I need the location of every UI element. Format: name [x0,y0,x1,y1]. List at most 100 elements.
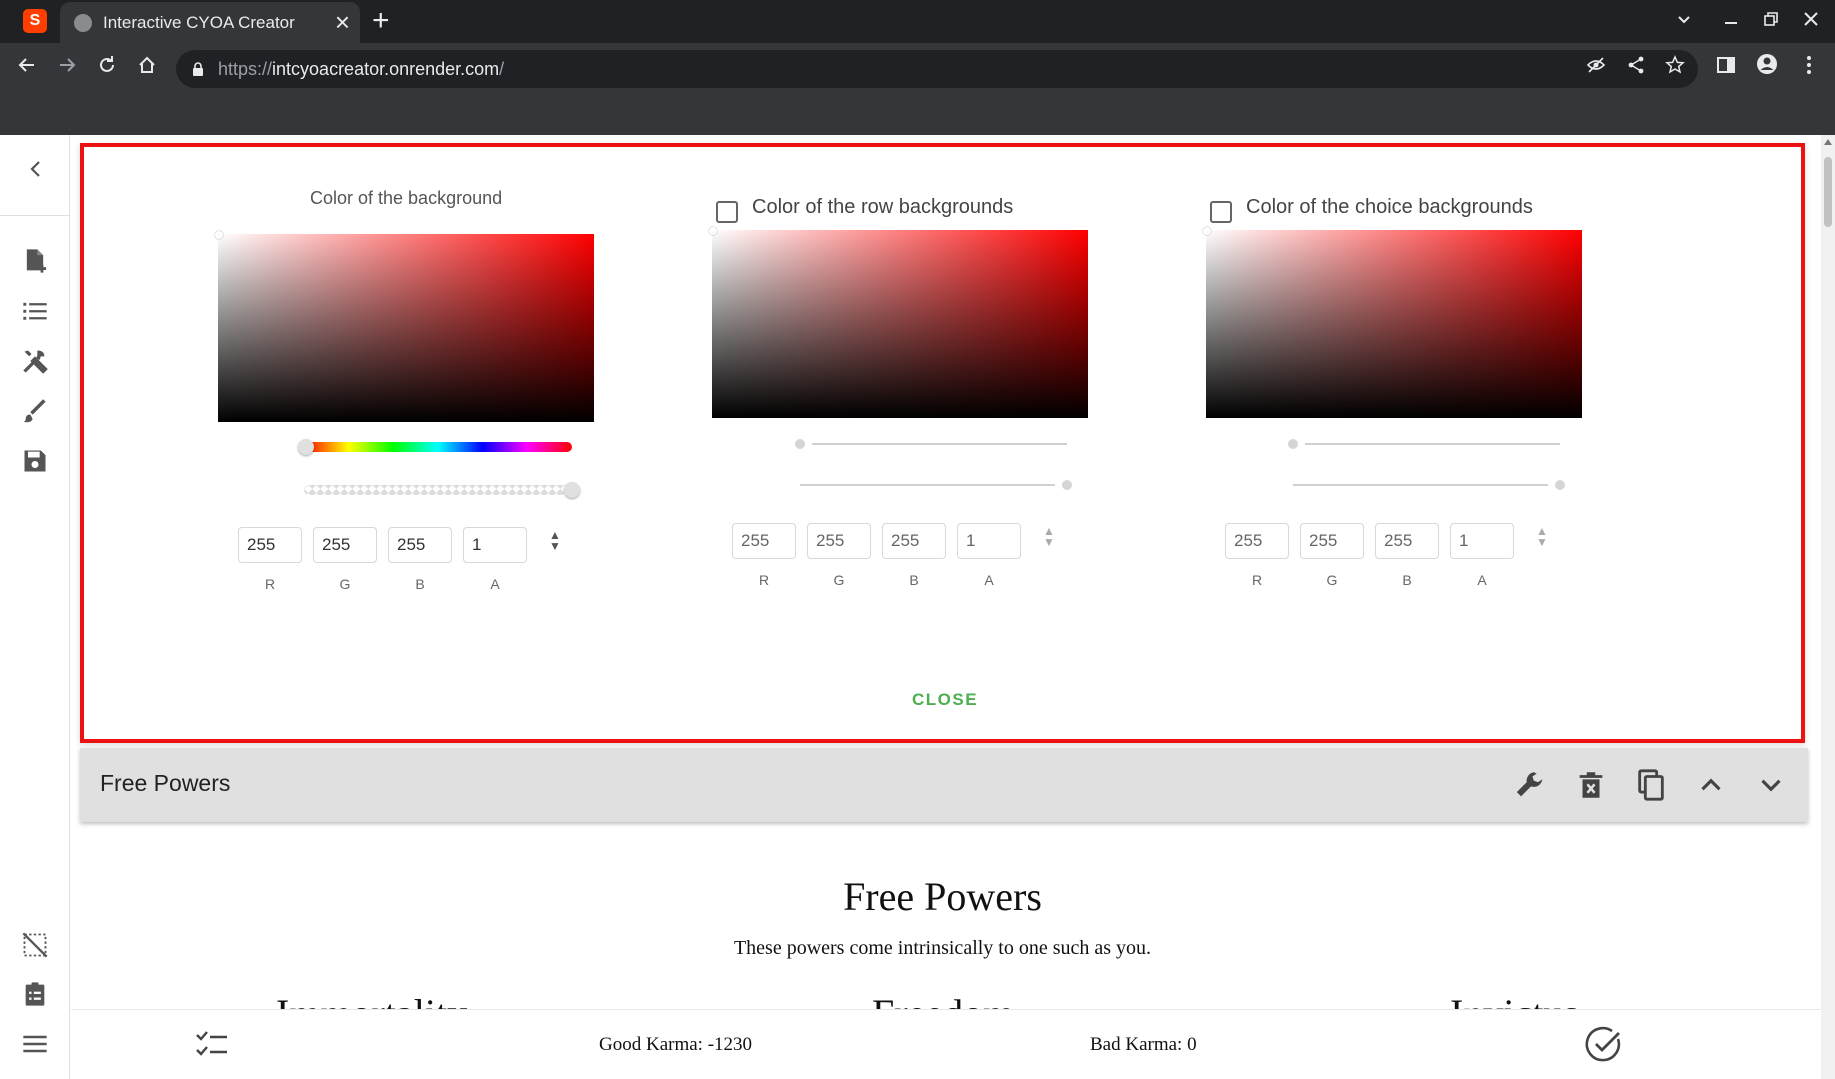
points-bar: Good Karma: -1230 Bad Karma: 0 [71,1009,1821,1079]
new-file-icon[interactable] [21,247,49,275]
wrench-icon[interactable] [1514,768,1548,802]
menu-icon[interactable] [21,1030,49,1058]
restore-button[interactable] [1756,6,1786,36]
sidebar-divider [0,215,70,216]
alpha-label: A [490,576,500,592]
picker-title: Color of the row backgrounds [752,196,1014,218]
saturation-value-area[interactable] [1203,227,1582,418]
hue-slider-knob[interactable] [795,439,805,449]
picker-title: Color of the choice backgrounds [1246,196,1533,218]
blue-input[interactable]: 255 [882,523,946,559]
hue-slider[interactable] [1305,443,1560,445]
mode-toggle-icon[interactable]: ▲ ▼ [1041,525,1057,554]
list-icon[interactable] [21,297,49,325]
new-tab-button[interactable]: + [372,4,390,38]
red-label: R [264,576,276,592]
choice-background-checkbox[interactable] [1210,201,1232,223]
url-host: intcyoacreator.onrender.com [272,59,500,79]
save-icon[interactable] [21,447,49,475]
alpha-slider-knob[interactable] [564,482,580,498]
bookmark-star-icon[interactable] [1661,55,1689,83]
row-header-bar: Free Powers [80,748,1808,822]
forward-button[interactable] [50,51,84,85]
tab-search-icon[interactable] [1669,6,1699,36]
alpha-slider-knob[interactable] [1555,480,1565,490]
share-icon[interactable] [1622,55,1650,83]
green-input[interactable]: 255 [1300,523,1364,559]
side-panel-icon[interactable] [1709,51,1743,85]
url-text[interactable]: https://intcyoacreator.onrender.com/ [218,59,504,80]
green-label: G [1326,572,1338,588]
alpha-slider[interactable] [800,484,1055,486]
back-button[interactable] [10,51,44,85]
check-circle-icon[interactable] [1585,1026,1623,1064]
green-input[interactable]: 255 [313,527,377,563]
reload-button[interactable] [90,51,124,85]
blue-label: B [909,572,919,588]
alpha-input[interactable]: 1 [463,527,527,563]
saturation-value-area[interactable] [215,231,594,422]
clipboard-icon[interactable] [21,980,49,1008]
browser-tabstrip: S Interactive CYOA Creator × + [0,0,1835,43]
mode-toggle-icon[interactable]: ▲ ▼ [547,529,563,558]
blue-input[interactable]: 255 [388,527,452,563]
address-bar[interactable]: https://intcyoacreator.onrender.com/ [176,50,1698,88]
sv-handle[interactable] [1203,227,1211,235]
alpha-slider[interactable] [304,485,572,495]
profile-icon[interactable] [1750,51,1784,85]
alpha-input[interactable]: 1 [957,523,1021,559]
alpha-slider-knob[interactable] [1062,480,1072,490]
picker-title: Color of the background [310,188,503,208]
sv-handle[interactable] [709,227,717,235]
green-input[interactable]: 255 [807,523,871,559]
lock-icon [193,62,203,76]
hue-slider-knob[interactable] [1288,439,1298,449]
delete-icon[interactable] [1574,768,1608,802]
red-input[interactable]: 255 [732,523,796,559]
hue-slider[interactable] [812,443,1067,445]
red-label: R [1251,572,1263,588]
close-button[interactable]: CLOSE [895,682,995,718]
hue-slider-knob[interactable] [298,439,314,455]
alpha-label: A [1477,572,1487,588]
url-scheme: https:// [218,59,273,79]
hue-slider[interactable] [304,442,572,452]
blue-label: B [1402,572,1412,588]
mode-toggle-icon[interactable]: ▲ ▼ [1534,525,1550,554]
green-label: G [833,572,845,588]
bookmark-bar [0,95,1835,135]
saturation-value-area[interactable] [709,227,1088,418]
bad-karma-counter: Bad Karma: 0 [1090,1034,1197,1055]
browser-menu-icon[interactable] [1792,51,1826,85]
brush-icon[interactable] [21,397,49,425]
tab-favicon-icon [74,14,92,32]
chevron-down-icon[interactable] [1754,768,1788,802]
scroll-thumb[interactable] [1824,157,1832,227]
row-background-checkbox[interactable] [716,201,738,223]
checklist-icon[interactable] [195,1030,229,1060]
tools-icon[interactable] [21,347,49,375]
chevron-up-icon[interactable] [1694,768,1728,802]
alpha-input[interactable]: 1 [1450,523,1514,559]
copy-icon[interactable] [1634,768,1668,802]
alpha-slider[interactable] [1293,484,1548,486]
row-title: Free Powers [843,874,1042,919]
red-input[interactable]: 255 [238,527,302,563]
tab-close-icon[interactable]: × [335,7,350,37]
chevron-left-icon[interactable] [20,155,50,185]
home-button[interactable] [130,51,164,85]
row-header-title: Free Powers [100,770,231,796]
browser-toolbar: https://intcyoacreator.onrender.com/ [0,43,1835,95]
sv-handle[interactable] [215,231,223,239]
minimize-button[interactable] [1716,6,1746,36]
eye-off-icon[interactable] [1582,55,1610,83]
browser-tab[interactable]: Interactive CYOA Creator × [60,2,360,43]
close-window-button[interactable] [1796,6,1826,36]
app-logo-icon[interactable]: S [23,9,47,33]
row-description: These powers come intrinsically to one s… [733,937,1152,959]
color-dialog: Color of the background 255 255 255 1 ▲ ▼… [80,143,1805,743]
red-input[interactable]: 255 [1225,523,1289,559]
blue-input[interactable]: 255 [1375,523,1439,559]
scroll-up-icon[interactable] [1824,139,1832,145]
blue-label: B [415,576,425,592]
